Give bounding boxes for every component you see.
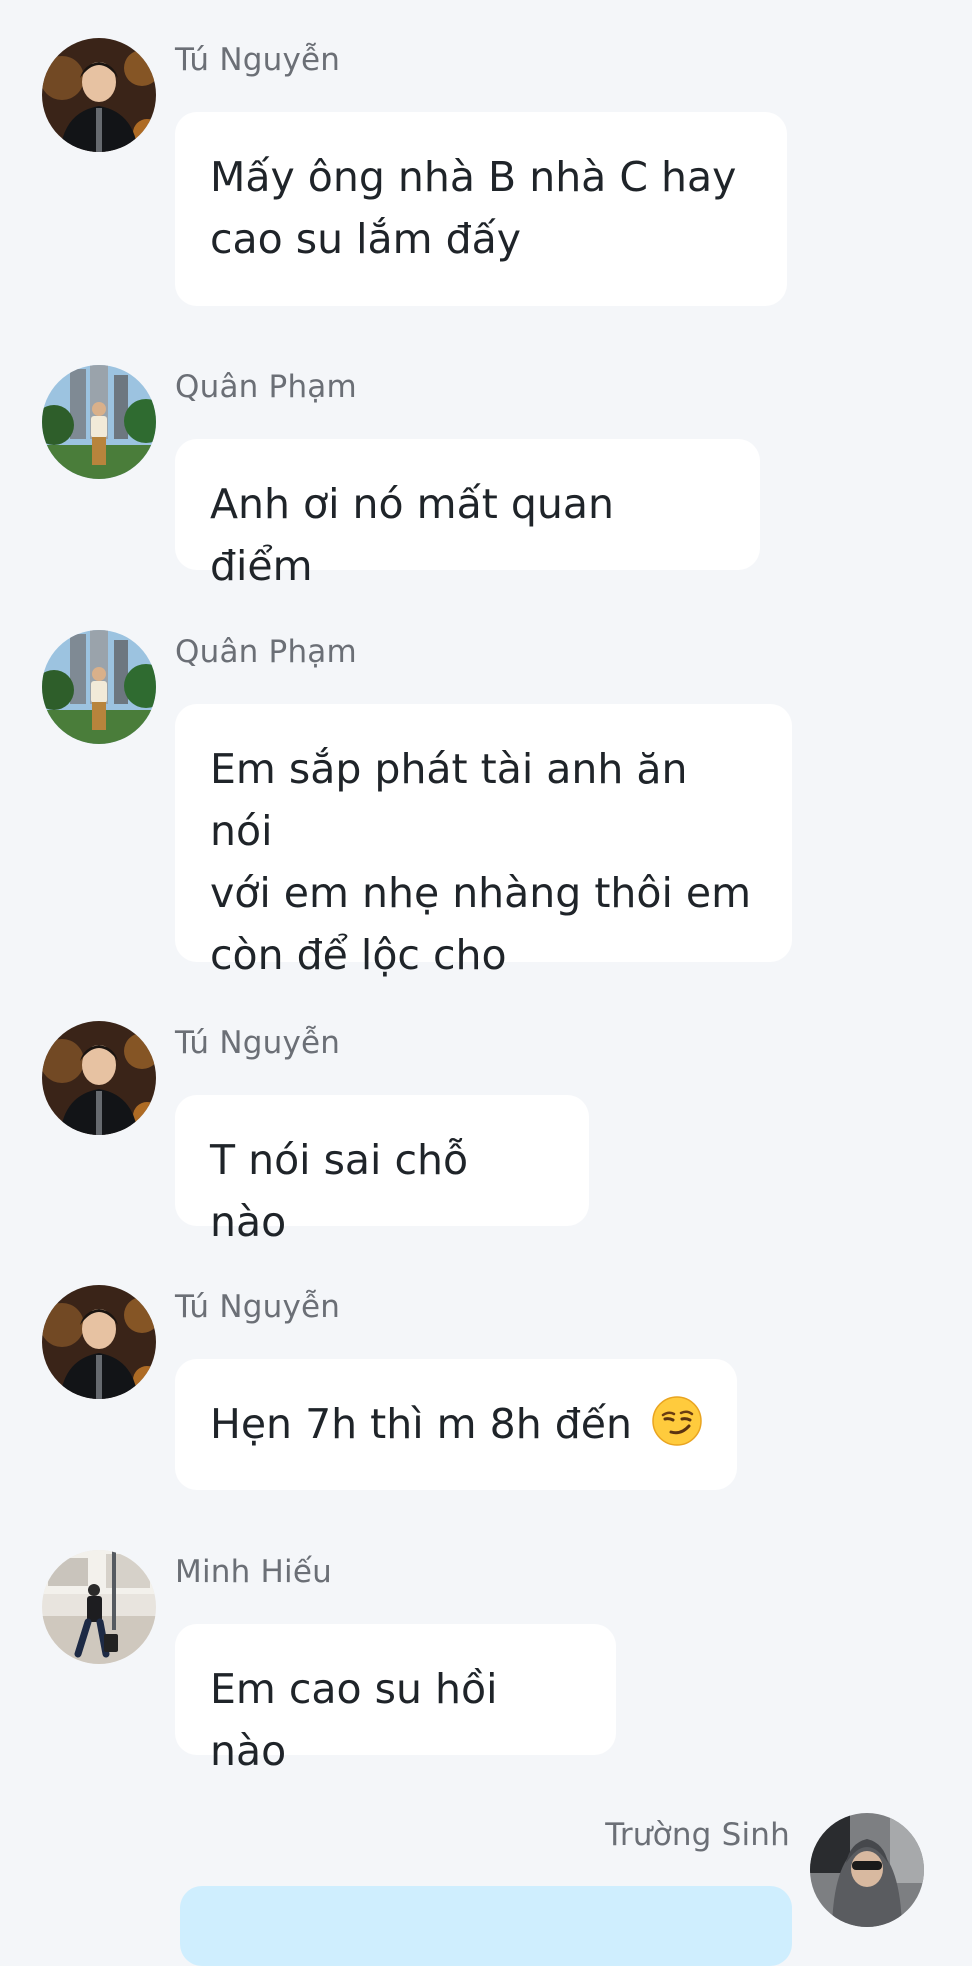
- chat-thread[interactable]: Tú Nguyễn Mấy ông nhà B nhà C hay cao su…: [0, 0, 972, 1966]
- message-line: còn để lộc cho: [210, 931, 507, 979]
- avatar-tu-nguyen[interactable]: [42, 1021, 156, 1135]
- sender-name: Quân Phạm: [175, 369, 357, 405]
- message-bubble[interactable]: Em cao su hồi nào: [175, 1624, 616, 1775]
- avatar-photo: [42, 365, 156, 479]
- message-line: Mấy ông nhà B nhà C hay: [210, 153, 737, 201]
- avatar-photo: [42, 1021, 156, 1135]
- message-line: cao su lắm đấy: [210, 215, 522, 263]
- message-bubble[interactable]: T nói sai chỗ nào: [175, 1095, 589, 1246]
- avatar-quan-pham[interactable]: [42, 365, 156, 479]
- avatar-photo: [810, 1813, 924, 1927]
- avatar-minh-hieu[interactable]: [42, 1550, 156, 1664]
- avatar-truong-sinh[interactable]: [810, 1813, 924, 1927]
- avatar-photo: [42, 630, 156, 744]
- message-line: Anh ơi nó mất quan điểm: [210, 480, 614, 590]
- message-line: Em cao su hồi nào: [210, 1665, 498, 1775]
- sender-name: Quân Phạm: [175, 634, 357, 670]
- sender-name: Tú Nguyễn: [175, 1025, 341, 1061]
- avatar-quan-pham[interactable]: [42, 630, 156, 744]
- sender-name: Tú Nguyễn: [175, 42, 341, 78]
- avatar-tu-nguyen[interactable]: [42, 38, 156, 152]
- message-line: T nói sai chỗ nào: [210, 1136, 469, 1246]
- message-line: Hẹn 7h thì m 8h đến: [210, 1400, 632, 1448]
- avatar-photo: [42, 38, 156, 152]
- message-bubble[interactable]: Hẹn 7h thì m 8h đến: [175, 1359, 737, 1490]
- sender-name: Minh Hiếu: [175, 1554, 332, 1590]
- sender-name: Tú Nguyễn: [175, 1289, 341, 1325]
- sender-name: Trường Sinh: [605, 1817, 790, 1853]
- message-bubble[interactable]: Em sắp phát tài anh ăn nói với em nhẹ nh…: [175, 704, 792, 979]
- own-message-bubble[interactable]: [180, 1886, 792, 1966]
- message-line: với em nhẹ nhàng thôi em: [210, 869, 752, 917]
- avatar-tu-nguyen[interactable]: [42, 1285, 156, 1399]
- message-bubble[interactable]: Anh ơi nó mất quan điểm: [175, 439, 760, 590]
- avatar-photo: [42, 1285, 156, 1399]
- message-line: Em sắp phát tài anh ăn nói: [210, 745, 688, 855]
- avatar-photo: [42, 1550, 156, 1664]
- smirking-face-emoji: [651, 1395, 703, 1447]
- message-bubble[interactable]: Mấy ông nhà B nhà C hay cao su lắm đấy: [175, 112, 787, 306]
